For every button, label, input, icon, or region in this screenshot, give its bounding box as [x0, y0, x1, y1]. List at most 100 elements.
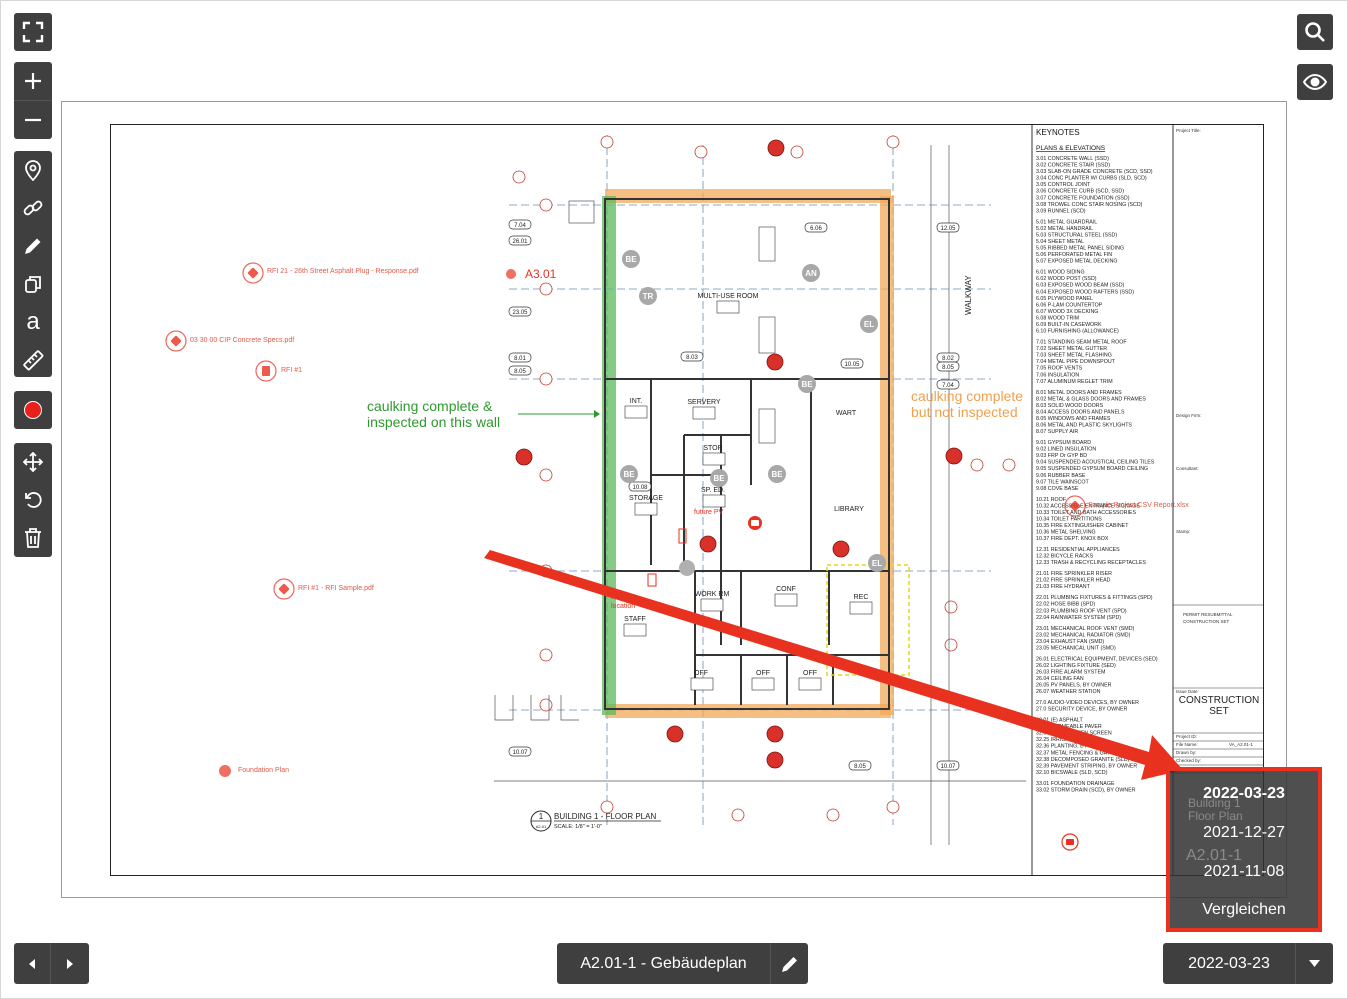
zoom-out-button[interactable] — [14, 100, 52, 138]
keynotes-title: KEYNOTES — [1036, 128, 1080, 137]
sheet-link-label[interactable]: A3.01 — [525, 267, 556, 281]
keynote-line: 6.02 WOOD POST (SSD) — [1036, 276, 1097, 282]
keynote-line: 22.02 HOSE BIBB (SPD) — [1036, 602, 1095, 608]
svg-text:10.05: 10.05 — [844, 362, 860, 368]
svg-text:7.04: 7.04 — [514, 223, 526, 229]
date-select-button[interactable]: 2022-03-23 — [1163, 955, 1295, 973]
keynote-line: 5.05 RIBBED METAL PANEL SIDING — [1036, 246, 1124, 252]
edit-sheet-button[interactable] — [770, 943, 808, 984]
date-option-2021-12-27[interactable]: 2021-12-27 — [1170, 824, 1318, 842]
copy-tool[interactable] — [14, 265, 52, 303]
keynote-line: 32.02 PERMEABLE PAVER — [1036, 724, 1102, 730]
svg-text:STORAGE: STORAGE — [629, 495, 663, 502]
keynote-line: 5.04 SHEET METAL — [1036, 239, 1084, 245]
keynote-line: 26.02 LIGHTING FIXTURE (SED) — [1036, 663, 1116, 669]
svg-text:LIBRARY: LIBRARY — [834, 506, 864, 513]
svg-text:WORK RM: WORK RM — [695, 591, 730, 598]
ruler-icon — [23, 350, 44, 371]
edit-tools — [14, 443, 52, 557]
sheet-selector: A2.01-1 - Gebäudeplan — [557, 943, 808, 984]
sheet-name-button[interactable]: A2.01-1 - Gebäudeplan — [557, 955, 770, 973]
ruler-tool[interactable] — [14, 341, 52, 379]
pen-tool[interactable] — [14, 227, 52, 265]
keynote-line: 23.01 MECHANICAL ROOF VENT (SMD) — [1036, 626, 1135, 632]
zoom-in-button[interactable] — [14, 62, 52, 100]
keynote-line: 6.06 P-LAM COUNTERTOP — [1036, 302, 1103, 308]
svg-text:BE: BE — [625, 255, 637, 264]
keynote-line: 3.06 CONCRETE CURB (SCD, SSD) — [1036, 189, 1124, 195]
keynote-line: 7.07 ALUMINUM REGLET TRIM — [1036, 379, 1113, 385]
svg-text:8.05: 8.05 — [514, 369, 526, 375]
markup-tools: a — [14, 151, 52, 377]
keynote-line: 10.33 TOILET AND BATH ACCESSORIES — [1036, 510, 1136, 516]
sheet-navigation — [14, 943, 89, 984]
text-tool[interactable]: a — [14, 303, 52, 341]
link-tool[interactable] — [14, 189, 52, 227]
keynote-line: 10.21 ROOF — [1036, 497, 1067, 503]
svg-text:10.07: 10.07 — [512, 750, 528, 756]
rfi-21-attachment[interactable]: RFI 21 - 26th Street Asphalt Plug - Resp… — [267, 268, 419, 275]
svg-text:SERVERY: SERVERY — [687, 399, 721, 406]
keynote-line: 22.03 PLUMBING ROOF VENT (SPD) — [1036, 608, 1127, 614]
green-wall-note[interactable]: caulking complete & inspected on this wa… — [367, 398, 500, 430]
trash-icon — [25, 528, 41, 548]
compare-button[interactable]: Vergleichen — [1170, 901, 1318, 919]
keynote-line: 5.06 PERFORATED METAL FIN — [1036, 252, 1112, 258]
keynote-line: 21.02 FIRE SPRINKLER HEAD — [1036, 578, 1111, 584]
search-icon — [1305, 22, 1325, 42]
svg-text:Project Title:: Project Title: — [1176, 128, 1201, 133]
keynote-line: 23.05 MECHANICAL UNIT (SMD) — [1036, 645, 1116, 651]
keynote-line: 8.05 WINDOWS AND FRAMES — [1036, 416, 1111, 422]
search-button[interactable] — [1297, 14, 1333, 50]
svg-text:8.03: 8.03 — [686, 355, 698, 361]
keynote-line: 9.03 FRP Or GYP BD — [1036, 453, 1087, 459]
keynote-line: 6.03 EXPOSED WOOD BEAM (SSD) — [1036, 283, 1125, 289]
eye-icon — [1303, 73, 1327, 91]
move-tool[interactable] — [14, 443, 52, 481]
record-dot — [24, 401, 42, 419]
pencil-icon — [781, 956, 797, 972]
svg-text:8.02: 8.02 — [942, 356, 954, 362]
keynote-line: 9.06 RUBBER BASE — [1036, 473, 1086, 479]
visibility-button[interactable] — [1297, 64, 1333, 100]
delete-tool[interactable] — [14, 519, 52, 557]
floor-plan-drawing[interactable]: 7.04 26.01 23.05 8.01 8.05 6.06 8.03 10.05 12.… — [110, 124, 1264, 876]
rfi-sample-attachment[interactable]: RFI #1 - RFI Sample.pdf — [298, 585, 374, 592]
keynote-line: 12.31 RESIDENTIAL APPLIANCES — [1036, 547, 1120, 553]
fullscreen-button[interactable] — [14, 13, 52, 51]
keynote-line: 12.32 BICYCLE RACKS — [1036, 554, 1094, 560]
link-icon — [23, 200, 43, 216]
keynote-line: 5.03 STRUCTURAL STEEL (SSD) — [1036, 232, 1117, 238]
date-option-2022-03-23[interactable]: 2022-03-23 — [1170, 785, 1318, 803]
printer-note[interactable]: Printer location — [611, 593, 655, 611]
concrete-specs-attachment[interactable]: 03 30 00 CIP Concrete Specs.pdf — [190, 337, 294, 344]
keynote-line: 21.01 FIRE SPRINKLER RISER — [1036, 571, 1112, 577]
pin-tool[interactable] — [14, 151, 52, 189]
csv-report-attachment[interactable]: Sample Project CSV Report.xlsx — [1088, 502, 1189, 509]
keynote-line: 26.07 WEATHER STATION — [1036, 689, 1101, 695]
next-sheet-button[interactable] — [51, 943, 88, 984]
rfi-1-attachment[interactable]: RFI #1 — [281, 367, 302, 374]
keynote-line: 9.02 LINED INSULATION — [1036, 447, 1096, 453]
previous-sheet-button[interactable] — [14, 943, 51, 984]
keynote-line: 9.01 GYPSUM BOARD — [1036, 440, 1091, 446]
svg-text:File Name:: File Name: — [1176, 742, 1198, 747]
pin-icon — [25, 160, 41, 181]
camera-icon[interactable] — [1061, 833, 1079, 851]
svg-text:CONSTRUCTION SET: CONSTRUCTION SET — [1183, 619, 1230, 624]
svg-text:SP. ED.: SP. ED. — [701, 487, 725, 494]
date-option-2021-11-08[interactable]: 2021-11-08 — [1170, 863, 1318, 881]
date-dropdown-toggle[interactable] — [1295, 943, 1333, 984]
svg-text:Consultant:: Consultant: — [1176, 466, 1199, 471]
keynote-line: 6.01 WOOD SIDING — [1036, 270, 1085, 276]
svg-text:10.07: 10.07 — [940, 764, 956, 770]
orange-wall-note[interactable]: caulking complete but not inspected — [911, 388, 1023, 420]
foundation-plan-link[interactable]: Foundation Plan — [238, 767, 289, 774]
camera-icon[interactable] — [748, 516, 762, 530]
keynote-line: 3.03 SLAB-ON GRADE CONCRETE (SCD, SSD) — [1036, 169, 1153, 175]
undo-tool[interactable] — [14, 481, 52, 519]
record-button[interactable] — [14, 391, 52, 429]
keynote-line: 3.01 CONCRETE WALL (SSD) — [1036, 156, 1109, 162]
keynote-line: 26.03 FIRE ALARM SYSTEM — [1036, 670, 1105, 676]
future-pv-note[interactable]: future PV — [694, 509, 723, 516]
